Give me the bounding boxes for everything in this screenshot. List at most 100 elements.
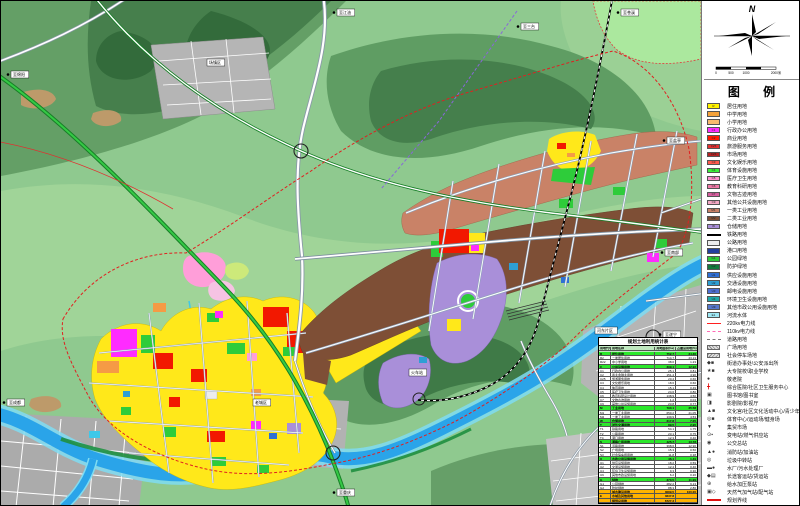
legend-key-symbol: ⊙▪ [707,433,724,438]
legend-item-label: 商业用地 [727,135,747,142]
legend-item: ▼集贸市场 [707,424,800,432]
legend-symbol-icon: ● [707,377,710,382]
legend-item: ◆▤长途客运站/货运站 [707,472,800,480]
legend-key-symbol: ▲■ [707,409,724,414]
legend-key-swatch: M2 [707,216,724,222]
legend-hatch [707,353,720,359]
legend-item-label: 其他市政公用设施用地 [727,304,777,311]
legend-symbol-icon: ◉ [707,441,711,446]
legend-swatch: C2 [707,135,720,141]
legend-item: C1行政办公用地 [707,126,800,134]
legend-key-symbol: ▲● [707,450,724,455]
legend-item-label: 文化宫/社区文化活动中心/青少年宫 [727,408,800,415]
legend-symbol-icon: ◎ [707,458,711,463]
table-header-cell: 用地名称 [611,347,655,351]
legend-swatch: C26 [707,152,720,158]
legend-item: U4环境卫生设施用地 [707,295,800,303]
legend-key-swatch: G2 [707,264,724,270]
table-header-cell: 用地代号 [599,347,611,351]
legend-item-label: 长途客运站/货运站 [727,473,768,480]
legend-key-symbol: ▣◇ [707,490,724,495]
legend-item-label: 图书馆/图书室 [727,392,758,399]
svg-text:至江油: 至江油 [339,9,351,15]
legend-item: 道路用地 [707,335,800,343]
svg-text:至三台: 至三台 [523,23,535,29]
scale-tick-label: 1000 [742,71,749,75]
legend-symbol-icon: ◆■ [707,361,714,366]
legend-swatch: U9 [707,304,720,310]
legend-item-label: 街道办事处\公安派出所 [727,360,778,367]
legend-item-label: 集贸市场 [727,424,747,431]
legend-swatch: U4 [707,296,720,302]
legend-key-symbol: ◉ [707,441,724,446]
legend-item: M1一类工业用地 [707,207,800,215]
legend-item: ⊙▪变电站/燃气供应站 [707,432,800,440]
legend-item-label: 220kv电力线 [727,320,755,327]
table-cell: 规划总用地 [611,499,655,503]
legend-item-label: 社会停车场地 [727,352,757,359]
legend-item: ▣图书馆/图书室 [707,392,800,400]
legend-symbol-icon: ▬● [707,466,715,471]
legend-item: ●敬老院 [707,376,800,384]
legend-item: ▲■文化宫/社区文化活动中心/青少年宫 [707,408,800,416]
legend-title: 图 例 [702,80,800,102]
legend-swatch: M2 [707,216,720,222]
legend-item: C7文物古迹用地 [707,191,800,199]
legend-item-label: 中学用地 [727,111,747,118]
legend-item-label: 其他公共设施用地 [727,199,767,206]
legend-item: ▬● 水厂/污水处理厂 [707,464,800,472]
legend-symbol-icon: ◎■ [707,417,714,422]
scale-tick-label: 0 [715,71,717,75]
legend-key-swatch: C5 [707,176,724,182]
legend-key-line [707,323,724,324]
scale-tick-label: 500 [728,71,734,75]
legend-swatch: C5 [707,176,720,182]
legend-swatch: G2 [707,264,720,270]
legend-item: C4体育设施用地 [707,166,800,174]
legend-line [707,331,721,332]
legend-panel: N 050010002000米 图 例 R居住用地中学用地小学用地C1 [701,1,800,506]
table-header-cell: 用地面积(ha) [655,347,676,351]
legend-item-label: 文化娱乐用地 [727,159,757,166]
svg-text:至绵阳: 至绵阳 [13,71,25,77]
compass-rose-icon: N [706,2,798,62]
map-area: 至绵阳至江油至三台至苍溪至盐亭至南部至遂宁至成都至重庆场镇区老城区火车站河东片区… [1,1,701,506]
legend-key-symbol: ◆▤ [707,474,724,479]
legend-item: U3邮电设施用地 [707,287,800,295]
legend-item-label: 规划界线 [727,497,747,504]
legend-item-label: 旅游服务用地 [727,143,757,150]
legend-key-swatch: E1 [707,312,724,318]
legend-item: C25旅游服务用地 [707,142,800,150]
scale-bar: 050010002000米 [702,63,800,77]
legend-key-swatch [707,111,724,117]
legend-key-swatch: M1 [707,208,724,214]
legend-item-label: 水厂/污水处理厂 [727,465,763,472]
legend-key-swatch: U2 [707,280,724,286]
map-canvas: 至绵阳至江油至三台至苍溪至盐亭至南部至遂宁至成都至重庆场镇区老城区火车站河东片区 [1,1,701,506]
legend-key-symbol: ★■ [707,369,724,374]
legend-item-label: 邮电设施用地 [727,288,757,295]
compass-box: N [702,1,800,63]
legend-item-label: 垃圾中转站 [727,457,752,464]
legend-item: ▣◇天然气加气站/配气站 [707,488,800,496]
legend-key-swatch: G1 [707,256,724,262]
legend-item: 社会停车场地 [707,351,800,359]
legend-key-swatch: W [707,224,724,230]
table-title: 规划土地利用统计表 [599,338,697,346]
legend-swatch: C4 [707,168,720,174]
legend-item: C26市场用地 [707,150,800,158]
legend-key-line [707,331,724,332]
legend-item: 港口用地 [707,247,800,255]
legend-key-symbol: ▼ [707,425,724,430]
legend-item: C5医疗卫生用地 [707,174,800,182]
svg-text:老城区: 老城区 [255,399,267,405]
legend-item: C2 商业用地 [707,134,800,142]
legend-item: ◆■ 街道办事处\公安派出所 [707,360,800,368]
legend-item-label: 铁路用地 [727,231,747,238]
legend-item: 中学用地 [707,110,800,118]
legend-item-label: 公交总站 [727,440,747,447]
legend-key-swatch [707,240,724,246]
area-label: 场镇区 [207,59,225,66]
legend-key-symbol: ◨ [707,401,724,406]
legend-item: C6教育科研用地 [707,182,800,190]
